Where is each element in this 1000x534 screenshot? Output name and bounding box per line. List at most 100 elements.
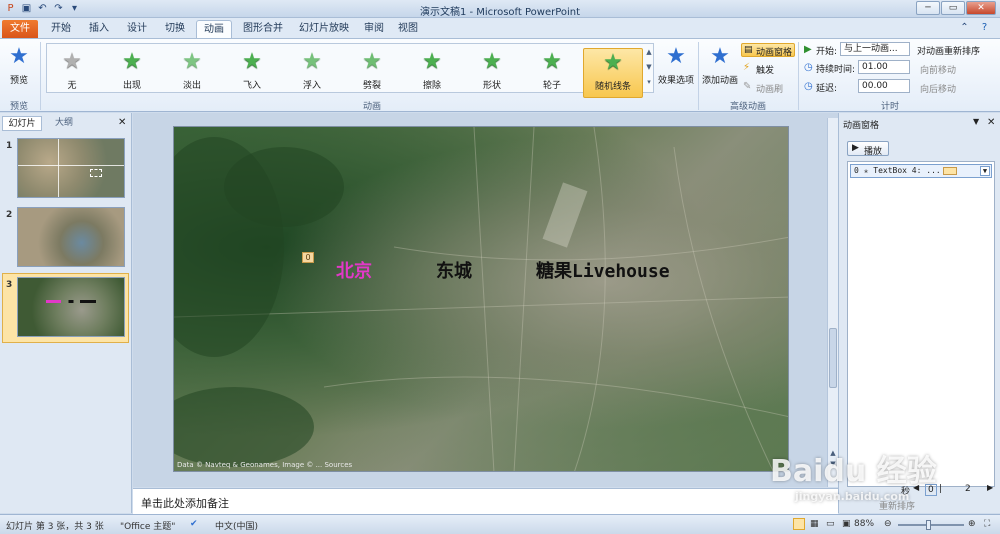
fit-to-window-icon[interactable]: ⛶: [984, 519, 990, 529]
zoom-slider[interactable]: [898, 520, 964, 530]
pane-menu-icon[interactable]: ▼: [973, 117, 979, 126]
slide-number: 1: [6, 141, 13, 151]
group-label-advanced: 高级动画: [729, 102, 766, 112]
tab-transitions[interactable]: 切换: [160, 20, 190, 38]
scroll-thumb[interactable]: [829, 328, 837, 388]
anim-fade[interactable]: ★ 淡出: [167, 48, 217, 98]
tab-view[interactable]: 视图: [394, 20, 422, 38]
anim-none[interactable]: ★ 无: [47, 48, 97, 98]
anim-label: 轮子: [542, 81, 561, 91]
slide-vertical-scrollbar[interactable]: ▲ ▼: [827, 118, 838, 487]
anim-random-bars[interactable]: ★ 随机线条: [583, 48, 643, 98]
slide-canvas[interactable]: 0 北京 东城 糖果Livehouse Data © Navteq & Geon…: [173, 126, 789, 472]
add-animation-icon: ★: [710, 44, 730, 69]
add-animation-label: 添加动画: [701, 76, 738, 86]
slide-text-dongcheng[interactable]: 东城: [436, 257, 472, 283]
animation-gallery: ★ 无 ★ 出现 ★ 淡出 ★ 飞入 ★ 浮入 ★ 劈裂 ★ 擦除 ★ 形状 ★…: [46, 43, 654, 98]
reading-view-icon[interactable]: ▭: [826, 519, 835, 529]
baidu-watermark-url: jingyan.baidu.com: [795, 490, 910, 503]
minimize-button[interactable]: ─: [916, 1, 940, 15]
minimize-ribbon-icon[interactable]: ⌃: [958, 21, 971, 34]
tab-home[interactable]: 开始: [46, 20, 76, 38]
gallery-scroll[interactable]: ▲ ▼ ▾: [644, 45, 654, 91]
anim-label: 随机线条: [594, 82, 631, 92]
start-icon: ▶: [804, 44, 812, 55]
preview-label: 预览: [9, 76, 28, 86]
start-dropdown[interactable]: 与上一动画...: [840, 42, 910, 56]
animation-item-label: 0 ✭ TextBox 4: ...: [854, 166, 941, 175]
help-icon[interactable]: ?: [978, 21, 991, 34]
zoom-out-icon[interactable]: ⊖: [884, 519, 892, 529]
close-pane-icon[interactable]: ✕: [118, 117, 126, 128]
normal-view-icon[interactable]: [793, 518, 805, 530]
anim-wipe[interactable]: ★ 擦除: [407, 48, 457, 98]
tab-outline[interactable]: 大纲: [44, 116, 84, 131]
tab-review[interactable]: 审阅: [360, 20, 388, 38]
star-fly-in-icon: ★: [242, 49, 262, 74]
group-label-preview: 预览: [9, 102, 28, 112]
slide-text-venue[interactable]: 糖果Livehouse: [536, 257, 670, 283]
star-fade-icon: ★: [182, 49, 202, 74]
anim-wheel[interactable]: ★ 轮子: [527, 48, 577, 98]
close-button[interactable]: ✕: [966, 1, 996, 15]
move-later-button[interactable]: 向后移动: [920, 82, 956, 95]
group-separator: [798, 42, 799, 110]
trigger-button[interactable]: 触发: [756, 63, 774, 76]
slide-thumbnail-2[interactable]: [17, 207, 125, 267]
tab-file[interactable]: 文件: [2, 20, 38, 38]
timeline-right-icon[interactable]: ▶: [987, 483, 993, 492]
star-shape-icon: ★: [482, 49, 502, 74]
timing-bar: [943, 167, 957, 175]
zoom-level[interactable]: 88%: [854, 519, 874, 529]
tab-slideshow[interactable]: 幻灯片放映: [294, 20, 354, 38]
animation-pane-title: 动画窗格: [843, 121, 880, 131]
slide-sorter-icon[interactable]: ▦: [810, 519, 819, 529]
duration-spinner[interactable]: 01.00: [858, 60, 910, 74]
status-bar: 幻灯片 第 3 张，共 3 张 "Office 主题" ✔ 中文(中国) ▦ ▭…: [0, 514, 1000, 534]
move-earlier-button[interactable]: 向前移动: [920, 63, 956, 76]
add-animation-button[interactable]: ★ 添加动画: [700, 43, 740, 93]
spellcheck-icon[interactable]: ✔: [190, 519, 198, 529]
slide-text-beijing[interactable]: 北京: [336, 257, 372, 283]
star-appear-icon: ★: [122, 49, 142, 74]
close-pane-icon[interactable]: ✕: [987, 117, 995, 128]
tab-design[interactable]: 设计: [122, 20, 152, 38]
slide-thumbnail-3[interactable]: [17, 277, 125, 337]
tab-shape-merge[interactable]: 图形合并: [238, 20, 288, 38]
animation-list-item[interactable]: 0 ✭ TextBox 4: ... ▼: [850, 164, 992, 178]
anim-label: 擦除: [422, 81, 441, 91]
tab-slides[interactable]: 幻灯片: [2, 116, 42, 131]
effect-options-label: 效果选项: [657, 76, 694, 86]
animation-painter-button[interactable]: 动画刷: [756, 82, 783, 95]
anim-fly-in[interactable]: ★ 飞入: [227, 48, 277, 98]
tab-insert[interactable]: 插入: [84, 20, 114, 38]
anim-shape[interactable]: ★ 形状: [467, 48, 517, 98]
tab-animations[interactable]: 动画: [196, 20, 232, 38]
preview-button[interactable]: ★ 预览: [2, 43, 36, 93]
baidu-watermark-logo: Baidu 经验: [770, 454, 937, 489]
map-texture: [174, 127, 788, 471]
star-none-icon: ★: [62, 49, 82, 74]
animation-pane-button[interactable]: ▤ 动画窗格: [741, 43, 795, 58]
notes-pane[interactable]: 单击此处添加备注: [133, 488, 838, 514]
duration-value: 01.00: [862, 62, 888, 72]
effect-options-button[interactable]: ★ 效果选项: [656, 43, 696, 93]
group-separator: [698, 42, 699, 110]
slideshow-icon[interactable]: ▣: [842, 519, 851, 529]
slide-thumbnail-1[interactable]: [17, 138, 125, 198]
play-button[interactable]: ▶ 播放: [847, 141, 889, 157]
group-label-animation: 动画: [362, 102, 381, 112]
item-dropdown-icon[interactable]: ▼: [980, 166, 990, 176]
language[interactable]: 中文(中国): [215, 519, 258, 532]
delay-icon: ◷: [804, 81, 813, 92]
anim-appear[interactable]: ★ 出现: [107, 48, 157, 98]
slide-number: 3: [6, 280, 13, 290]
theme-name: "Office 主题": [120, 522, 176, 532]
delay-spinner[interactable]: 00.00: [858, 79, 910, 93]
maximize-button[interactable]: ▭: [941, 1, 965, 15]
anim-float-in[interactable]: ★ 浮入: [287, 48, 337, 98]
anim-split[interactable]: ★ 劈裂: [347, 48, 397, 98]
zoom-in-icon[interactable]: ⊕: [968, 519, 976, 529]
star-wipe-icon: ★: [422, 49, 442, 74]
notes-placeholder: 单击此处添加备注: [141, 497, 229, 510]
